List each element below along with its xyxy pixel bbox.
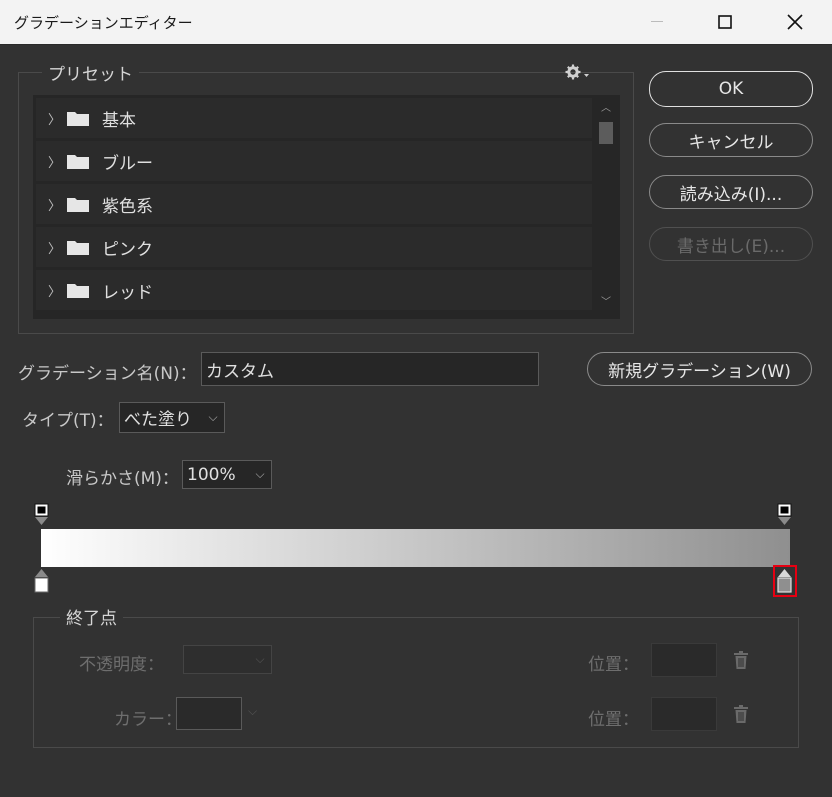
color-stop-left[interactable] <box>34 568 50 594</box>
folder-icon <box>67 112 89 126</box>
opacity-position-input[interactable] <box>651 643 717 677</box>
opacity-stop-left[interactable] <box>34 503 50 527</box>
chevron-up-icon[interactable]: ︿ <box>594 102 618 116</box>
chevron-right-icon[interactable]: 〉 <box>48 281 61 300</box>
export-button[interactable]: 書き出し(E)... <box>649 227 813 261</box>
color-label: カラー： <box>114 710 182 730</box>
opacity-label: 不透明度： <box>79 655 164 675</box>
color-position-input[interactable] <box>651 697 717 731</box>
maximize-button[interactable] <box>690 0 760 44</box>
chevron-down-icon[interactable]: ﹀ <box>594 296 618 310</box>
chevron-right-icon[interactable]: 〉 <box>48 109 61 128</box>
chevron-right-icon[interactable]: 〉 <box>48 195 61 214</box>
type-label: タイプ(T)： <box>22 411 114 431</box>
position-label-1: 位置： <box>588 655 639 675</box>
smoothness-label: 滑らかさ(M)： <box>66 469 179 489</box>
type-value: べた塗り <box>124 410 192 430</box>
preset-scrollbar[interactable]: ︿ ﹀ <box>594 100 618 314</box>
window-title: グラデーションエディター <box>14 14 193 32</box>
title-divider <box>0 44 832 45</box>
gradient-name-input[interactable]: カスタム <box>201 352 539 386</box>
opacity-stop-right[interactable] <box>777 503 793 527</box>
folder-icon <box>67 155 89 169</box>
folder-icon <box>67 198 89 212</box>
minimize-button[interactable] <box>622 0 692 44</box>
preset-folder-red[interactable]: 〉 レッド <box>36 270 592 310</box>
smoothness-value[interactable]: 100% <box>183 465 249 485</box>
chevron-down-icon: ⌵ <box>255 652 265 666</box>
preset-folder-kihon[interactable]: 〉 基本 <box>36 98 592 138</box>
scroll-thumb[interactable] <box>599 122 613 144</box>
opacity-dropdown[interactable]: ⌵ <box>183 645 272 674</box>
preset-folder-label: 基本 <box>102 110 136 131</box>
close-icon <box>787 14 803 30</box>
preset-list: 〉 基本 〉 ブルー 〉 紫色系 〉 ピンク 〉 レッド <box>33 95 620 319</box>
smoothness-dropdown[interactable]: 100% ⌵ <box>182 460 272 489</box>
chevron-down-icon: ⌵ <box>255 467 265 481</box>
color-swatch[interactable] <box>176 697 242 730</box>
minimize-icon <box>651 21 663 22</box>
preset-folder-label: 紫色系 <box>102 196 153 217</box>
chevron-right-icon[interactable]: 〉 <box>48 152 61 171</box>
preset-folder-purple[interactable]: 〉 紫色系 <box>36 184 592 224</box>
maximize-icon <box>718 15 732 29</box>
ok-button[interactable]: OK <box>649 71 813 107</box>
type-dropdown[interactable]: べた塗り ⌵ <box>119 402 225 433</box>
gradient-name-label: グラデーション名(N)： <box>18 364 197 384</box>
position-label-2: 位置： <box>588 710 639 730</box>
new-gradient-button[interactable]: 新規グラデーション(W) <box>587 352 812 386</box>
gear-icon[interactable] <box>564 62 590 82</box>
trash-icon[interactable] <box>733 704 749 724</box>
selected-stop-highlight <box>773 565 797 597</box>
folder-icon <box>67 241 89 255</box>
load-button[interactable]: 読み込み(I)... <box>649 175 813 209</box>
chevron-down-icon: ⌵ <box>248 704 258 718</box>
title-bar: グラデーションエディター <box>0 0 832 44</box>
folder-icon <box>67 284 89 298</box>
cancel-button[interactable]: キャンセル <box>649 123 813 157</box>
gradient-preview-bar[interactable] <box>41 529 790 567</box>
preset-legend: プリセット <box>42 60 139 85</box>
preset-folder-label: ブルー <box>102 153 153 174</box>
preset-folder-pink[interactable]: 〉 ピンク <box>36 227 592 267</box>
chevron-right-icon[interactable]: 〉 <box>48 238 61 257</box>
preset-folder-blue[interactable]: 〉 ブルー <box>36 141 592 181</box>
preset-folder-label: レッド <box>102 282 153 303</box>
close-button[interactable] <box>760 0 830 44</box>
chevron-down-icon: ⌵ <box>208 410 218 424</box>
preset-folder-label: ピンク <box>102 239 153 260</box>
trash-icon[interactable] <box>733 650 749 670</box>
end-point-legend: 終了点 <box>60 604 123 629</box>
